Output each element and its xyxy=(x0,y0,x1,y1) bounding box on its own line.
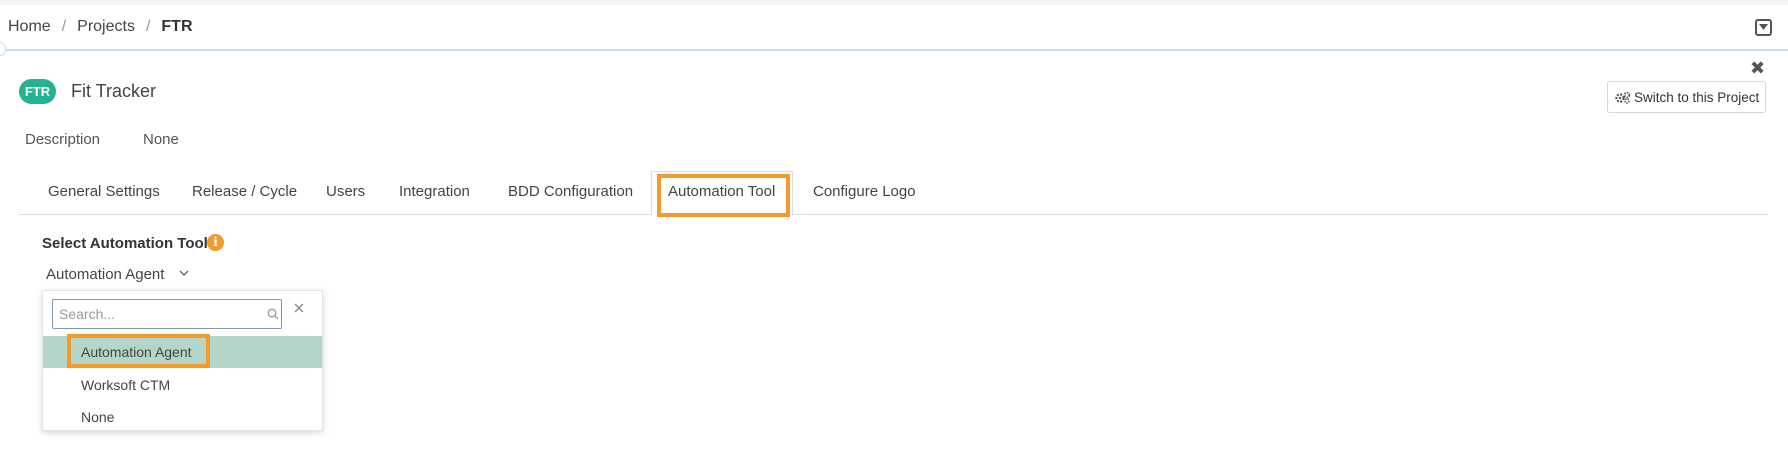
switch-project-label: Switch to this Project xyxy=(1634,89,1760,105)
tab-integration[interactable]: Integration xyxy=(399,183,470,200)
breadcrumb: Home / Projects / FTR xyxy=(8,18,193,36)
tab-bar-divider xyxy=(19,214,1768,215)
breadcrumb-separator: / xyxy=(145,18,151,35)
description-label: Description xyxy=(25,131,101,148)
dropdown-search-input[interactable] xyxy=(53,300,281,328)
breadcrumb-home[interactable]: Home xyxy=(8,18,51,36)
breadcrumb-separator: / xyxy=(61,18,67,35)
automation-tool-dropdown: Automation Agent Worksoft CTM None xyxy=(42,290,323,431)
dropdown-search-field xyxy=(52,299,282,329)
automation-tool-label: Select Automation Tool xyxy=(42,235,208,252)
tab-configure-logo[interactable]: Configure Logo xyxy=(813,183,916,200)
tab-users[interactable]: Users xyxy=(326,183,365,200)
gears-icon xyxy=(1615,91,1631,104)
chevron-down-icon[interactable] xyxy=(179,270,189,277)
switch-project-button[interactable]: Switch to this Project xyxy=(1607,81,1766,113)
clear-search-icon[interactable] xyxy=(294,303,304,313)
side-panel-toggle[interactable] xyxy=(0,42,6,56)
tab-release-cycle[interactable]: Release / Cycle xyxy=(192,183,297,200)
close-icon[interactable]: ✖ xyxy=(1750,58,1765,79)
tab-highlight-box xyxy=(657,174,790,217)
automation-tool-select[interactable]: Automation Agent xyxy=(46,266,164,283)
dropdown-option-worksoft-ctm[interactable]: Worksoft CTM xyxy=(43,369,322,401)
search-icon xyxy=(267,308,279,320)
collapse-panel-icon[interactable] xyxy=(1755,19,1772,36)
top-bar: Home / Projects / FTR xyxy=(0,5,1788,51)
info-icon[interactable]: i xyxy=(207,234,224,251)
description-value: None xyxy=(143,131,179,148)
dropdown-option-none[interactable]: None xyxy=(43,401,322,433)
project-title: Fit Tracker xyxy=(71,81,157,101)
breadcrumb-current: FTR xyxy=(161,18,193,35)
tab-bdd-configuration[interactable]: BDD Configuration xyxy=(508,183,633,200)
project-badge: FTR xyxy=(19,79,56,104)
option-highlight-box xyxy=(67,334,210,368)
tab-general-settings[interactable]: General Settings xyxy=(48,183,160,200)
breadcrumb-projects[interactable]: Projects xyxy=(77,18,135,36)
